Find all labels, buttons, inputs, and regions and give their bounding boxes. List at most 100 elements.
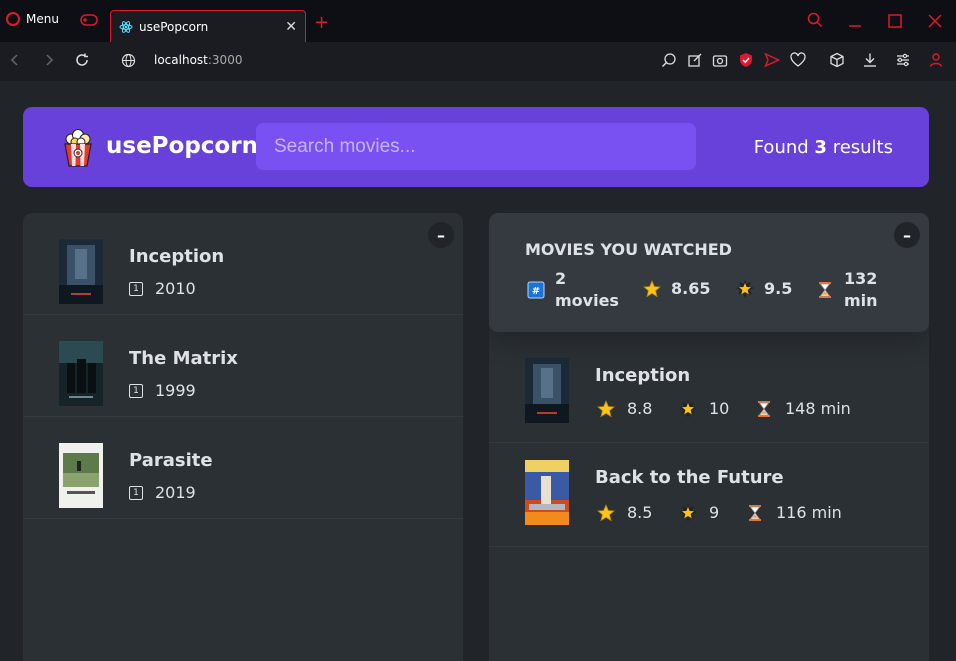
calendar-icon: 1 — [129, 485, 143, 500]
summary-avg-runtime-value: 132 — [844, 269, 878, 288]
collapse-results-button[interactable]: – — [428, 222, 454, 248]
summary-count-unit: movies — [555, 291, 619, 310]
star-icon — [643, 279, 661, 297]
browser-menu-label: Menu — [26, 12, 59, 26]
browser-menu-button[interactable]: Menu — [6, 12, 59, 26]
calendar-icon: 1 — [129, 281, 143, 296]
url-host: localhost — [154, 53, 208, 67]
movie-title: Parasite — [129, 450, 213, 471]
gamepad-icon[interactable] — [80, 14, 98, 26]
globe-icon[interactable] — [121, 53, 136, 68]
star-icon — [597, 503, 615, 521]
profile-icon[interactable] — [928, 52, 944, 68]
easy-setup-icon[interactable] — [895, 52, 911, 68]
movie-year-value: 2019 — [155, 483, 196, 502]
zoom-icon[interactable] — [661, 52, 677, 68]
summary-avg-user: 9.5 — [736, 279, 792, 298]
watched-runtime-value: 116 min — [776, 503, 842, 522]
watched-user-rating: 10 — [679, 399, 729, 418]
movie-year-value: 2010 — [155, 279, 196, 298]
minimize-icon[interactable] — [848, 14, 862, 28]
url-text[interactable]: localhost:3000 — [154, 53, 242, 67]
logo-text: usePopcorn — [106, 133, 258, 159]
matrix-poster — [59, 341, 103, 406]
results-prefix: Found — [753, 137, 809, 158]
summary-avg-runtime-unit: min — [844, 291, 878, 310]
forward-icon[interactable] — [42, 53, 56, 67]
opera-logo-icon — [6, 12, 20, 26]
address-bar — [0, 42, 956, 81]
svg-text:#: # — [532, 286, 540, 297]
search-tabs-icon[interactable] — [807, 12, 823, 28]
movie-title: The Matrix — [129, 348, 238, 369]
back-icon[interactable] — [8, 53, 22, 67]
download-icon[interactable] — [862, 52, 878, 68]
send-icon[interactable] — [764, 52, 780, 68]
maximize-icon[interactable] — [888, 14, 902, 28]
camera-icon[interactable] — [712, 52, 728, 68]
movie-year: 1 2019 — [129, 483, 196, 502]
inception-poster — [59, 239, 103, 304]
summary-avg-imdb-value: 8.65 — [671, 279, 711, 298]
popcorn-logo-icon — [64, 129, 92, 167]
movie-list-item[interactable]: Parasite 1 2019 — [23, 417, 463, 519]
watched-user-value: 10 — [709, 399, 730, 418]
heart-icon[interactable] — [790, 52, 806, 68]
watched-summary: MOVIES YOU WATCHED # 2 movies 8.65 9.5 1… — [489, 213, 929, 332]
movie-list-item[interactable]: Inception 1 2010 — [23, 213, 463, 315]
calendar-icon: 1 — [129, 383, 143, 398]
glowing-star-icon — [679, 399, 697, 418]
watched-runtime: 116 min — [746, 503, 842, 522]
reload-icon[interactable] — [75, 53, 89, 67]
watched-title: Back to the Future — [595, 467, 784, 488]
movie-year-value: 1999 — [155, 381, 196, 400]
watched-list-item[interactable]: Back to the Future 8.5 9 116 min — [489, 443, 929, 547]
watched-imdb-value: 8.8 — [627, 399, 653, 418]
watched-box: – MOVIES YOU WATCHED # 2 movies 8.65 9.5… — [489, 213, 929, 661]
new-tab-icon[interactable]: + — [314, 12, 329, 33]
movie-year: 1 1999 — [129, 381, 196, 400]
parasite-poster — [59, 443, 103, 508]
cube-extensions-icon[interactable] — [829, 52, 845, 68]
collapse-watched-button[interactable]: – — [894, 222, 920, 248]
summary-avg-user-value: 9.5 — [764, 279, 793, 298]
tab-close-icon[interactable]: ✕ — [285, 19, 297, 35]
summary-heading: MOVIES YOU WATCHED — [525, 240, 732, 259]
glowing-star-icon — [679, 503, 697, 522]
summary-avg-imdb: 8.65 — [643, 279, 710, 298]
back-to-the-future-poster — [525, 460, 569, 525]
tab-title: usePopcorn — [139, 19, 209, 34]
url-port: :3000 — [207, 53, 243, 67]
watched-list-item[interactable]: Inception 8.8 10 148 min — [489, 337, 929, 443]
movie-year: 1 2010 — [129, 279, 196, 298]
browser-tab-active[interactable]: usePopcorn ✕ — [110, 10, 306, 42]
hourglass-icon — [758, 400, 770, 417]
hourglass-icon — [819, 282, 831, 298]
results-suffix: results — [832, 137, 893, 158]
results-count-text: Found 3 results — [754, 137, 893, 158]
share-icon[interactable] — [687, 52, 703, 68]
close-window-icon[interactable] — [928, 14, 942, 28]
watched-imdb-value: 8.5 — [627, 503, 653, 522]
watched-runtime: 148 min — [755, 399, 851, 418]
watched-runtime-value: 148 min — [785, 399, 851, 418]
movie-title: Inception — [129, 246, 225, 267]
summary-count-value: 2 — [555, 269, 567, 288]
vpn-shield-icon[interactable] — [738, 52, 754, 68]
glowing-star-icon — [736, 279, 754, 298]
summary-avg-runtime: 132 min — [816, 268, 878, 312]
movie-list-item[interactable]: The Matrix 1 1999 — [23, 315, 463, 417]
watched-imdb-rating: 8.5 — [597, 503, 652, 522]
watched-imdb-rating: 8.8 — [597, 399, 652, 418]
results-count: 3 — [814, 137, 827, 158]
react-logo-icon — [119, 20, 133, 33]
star-icon — [597, 399, 615, 417]
search-input[interactable] — [256, 123, 696, 170]
search-results-box: – Inception 1 2010 The Matrix 1 1999 Par… — [23, 213, 463, 661]
watched-user-value: 9 — [709, 503, 720, 522]
hourglass-icon — [749, 504, 761, 521]
watched-title: Inception — [595, 365, 691, 386]
summary-count: # 2 movies — [527, 268, 619, 312]
watched-user-rating: 9 — [679, 503, 719, 522]
hash-icon: # — [527, 281, 545, 299]
